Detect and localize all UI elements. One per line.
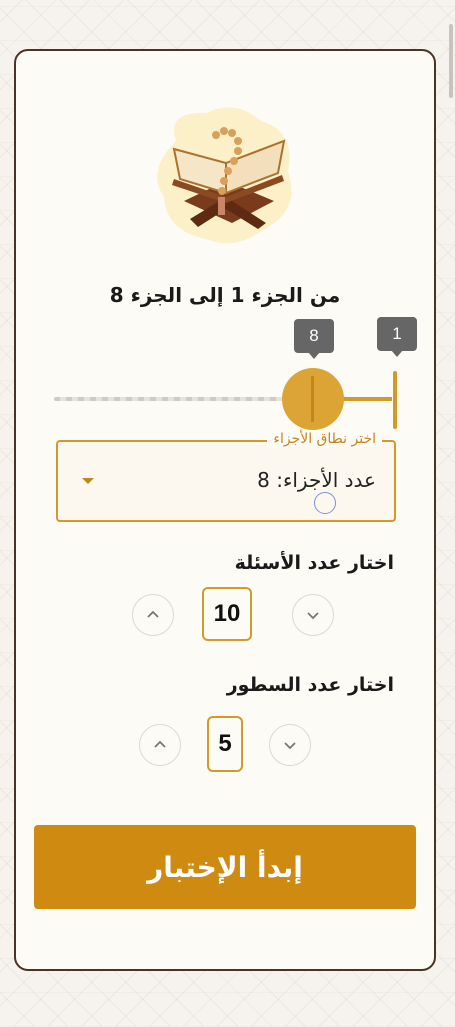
questions-decrement-button[interactable] bbox=[292, 594, 334, 636]
range-title: من الجزء 1 إلى الجزء 8 bbox=[109, 283, 341, 307]
questions-count-value: 10 bbox=[202, 587, 252, 641]
end-value-tooltip: 1 bbox=[377, 317, 417, 357]
lines-count-label: اختار عدد السطور bbox=[226, 674, 394, 696]
lines-decrement-button[interactable] bbox=[269, 724, 311, 766]
range-slider-end-thumb[interactable] bbox=[393, 371, 397, 429]
range-slider-start-thumb[interactable] bbox=[282, 368, 344, 430]
juz-range-select[interactable]: اختر نطاق الأجزاء عدد الأجزاء: 8 bbox=[56, 431, 396, 522]
lines-increment-button[interactable] bbox=[139, 724, 181, 766]
quran-stand-illustration bbox=[157, 107, 292, 244]
touch-ripple bbox=[314, 492, 336, 514]
questions-increment-button[interactable] bbox=[132, 594, 174, 636]
quiz-setup-card: من الجزء 1 إلى الجزء 8 8 1 اختر نطاق الأ… bbox=[14, 49, 436, 971]
chevron-down-icon bbox=[307, 612, 319, 620]
page-scrollbar[interactable] bbox=[449, 24, 453, 98]
caret-down-icon[interactable] bbox=[82, 478, 94, 484]
questions-count-label: اختار عدد الأسئلة bbox=[234, 552, 394, 574]
chevron-up-icon bbox=[147, 610, 159, 618]
juz-count-value: عدد الأجزاء: 8 bbox=[257, 468, 376, 492]
juz-range-select-label: اختر نطاق الأجزاء bbox=[267, 431, 382, 447]
start-value-tooltip: 8 bbox=[294, 319, 334, 359]
start-quiz-button[interactable]: إبدأ الإختبار bbox=[34, 825, 416, 909]
chevron-up-icon bbox=[154, 740, 166, 748]
chevron-down-icon bbox=[284, 742, 296, 750]
lines-count-value: 5 bbox=[207, 716, 243, 772]
